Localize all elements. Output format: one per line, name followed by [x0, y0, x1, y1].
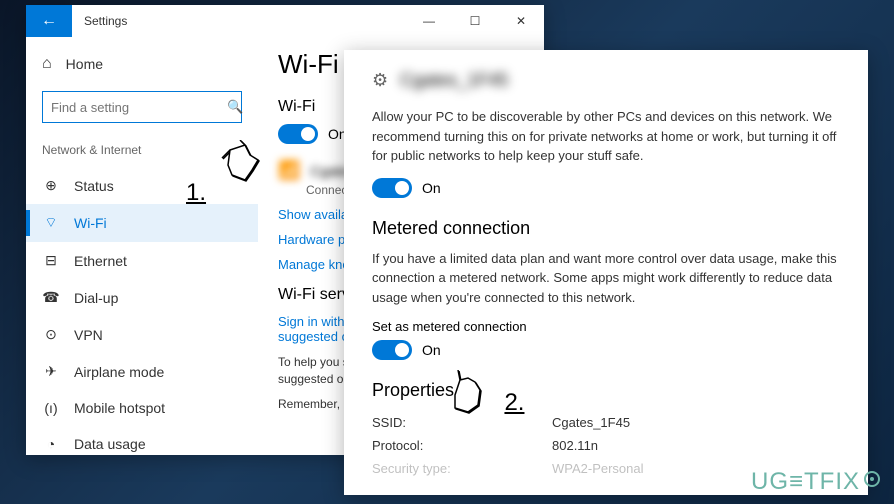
- nav-vpn[interactable]: ⊙VPN: [26, 316, 258, 353]
- discover-toggle[interactable]: On: [372, 178, 840, 198]
- window-title: Settings: [84, 14, 406, 28]
- network-header-name: Cgates_1F45: [400, 70, 508, 91]
- status-icon: ⊕: [42, 177, 60, 194]
- category-label: Network & Internet: [26, 139, 258, 167]
- watermark: UG≡TFIX: [751, 468, 882, 496]
- hotspot-icon: (ı): [42, 400, 60, 416]
- search-input[interactable]: [51, 100, 227, 115]
- nav-dialup[interactable]: ☎Dial-up: [26, 279, 258, 316]
- home-icon: ⌂: [42, 55, 52, 73]
- metered-description: If you have a limited data plan and want…: [372, 249, 840, 308]
- network-header: ⚙ Cgates_1F45: [372, 70, 840, 91]
- metered-toggle[interactable]: On: [372, 340, 840, 360]
- close-button[interactable]: ✕: [498, 5, 544, 37]
- prop-row-ssid: SSID: Cgates_1F45: [372, 411, 840, 434]
- nav-hotspot[interactable]: (ı)Mobile hotspot: [26, 390, 258, 426]
- ethernet-icon: ⊟: [42, 252, 60, 269]
- network-detail-window: ⚙ Cgates_1F45 Allow your PC to be discov…: [344, 50, 868, 495]
- sidebar: ⌂ Home 🔍 Network & Internet ⊕Status ⌔Wi-…: [26, 37, 258, 455]
- discover-toggle-label: On: [422, 180, 441, 196]
- vpn-icon: ⊙: [42, 326, 60, 343]
- maximize-button[interactable]: ☐: [452, 5, 498, 37]
- nav-wifi[interactable]: ⌔Wi-Fi: [26, 204, 258, 242]
- toggle-switch-icon: [372, 178, 412, 198]
- metered-heading: Metered connection: [372, 218, 840, 239]
- toggle-switch-icon: [372, 340, 412, 360]
- watermark-text: UG≡TFIX: [751, 468, 860, 496]
- nav-airplane[interactable]: ✈Airplane mode: [26, 353, 258, 390]
- search-icon: 🔍: [227, 99, 243, 115]
- window-controls: — ☐ ✕: [406, 5, 544, 37]
- dialup-icon: ☎: [42, 289, 60, 306]
- wifi-signal-icon: 📶: [278, 160, 300, 181]
- metered-toggle-label: On: [422, 342, 441, 358]
- titlebar: ← Settings — ☐ ✕: [26, 5, 544, 37]
- discover-description: Allow your PC to be discoverable by othe…: [372, 107, 840, 166]
- home-link[interactable]: ⌂ Home: [26, 45, 258, 83]
- watermark-dot-icon: [862, 468, 882, 496]
- home-label: Home: [66, 56, 103, 72]
- search-box[interactable]: 🔍: [42, 91, 242, 123]
- prop-row-protocol: Protocol: 802.11n: [372, 434, 840, 457]
- back-button[interactable]: ←: [26, 5, 72, 37]
- wifi-icon: ⌔: [42, 214, 60, 232]
- gear-icon: ⚙: [372, 70, 388, 91]
- nav-datausage[interactable]: ◔Data usage: [26, 426, 258, 462]
- metered-label: Set as metered connection: [372, 319, 840, 334]
- airplane-icon: ✈: [42, 363, 60, 380]
- datausage-icon: ◔: [42, 436, 60, 452]
- properties-heading: Properties: [372, 380, 840, 401]
- toggle-switch-icon: [278, 124, 318, 144]
- minimize-button[interactable]: —: [406, 5, 452, 37]
- nav-ethernet[interactable]: ⊟Ethernet: [26, 242, 258, 279]
- nav-status[interactable]: ⊕Status: [26, 167, 258, 204]
